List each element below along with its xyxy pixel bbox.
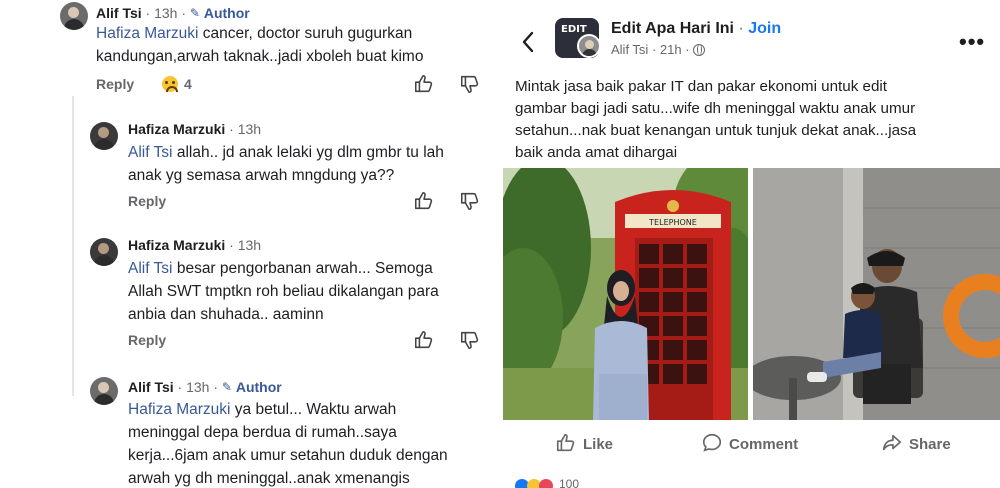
like-button[interactable]: Like	[555, 432, 613, 454]
share-icon	[882, 434, 902, 451]
mention-link[interactable]: Hafiza Marzuki	[96, 25, 199, 42]
post-photo-father-son[interactable]	[753, 168, 1000, 420]
comment-time: 13h	[237, 237, 262, 253]
reply-button[interactable]: Reply	[128, 332, 166, 348]
back-icon[interactable]	[517, 28, 539, 56]
panel-divider	[493, 0, 503, 488]
like-icon	[556, 433, 575, 452]
author-badge: Author	[235, 379, 282, 395]
comment-icon	[702, 433, 722, 452]
comment-hafiza-2: Hafiza Marzuki · 13h Alif Tsi besar peng…	[0, 230, 493, 360]
comment-time: 13h	[154, 5, 178, 21]
sad-reaction-icon	[162, 76, 178, 92]
comment-time: 13h	[186, 379, 210, 395]
like-icon[interactable]	[413, 329, 435, 351]
pen-icon: ✎	[221, 380, 232, 394]
comment-time: 13h	[237, 121, 262, 137]
comment-text: Hafiza Marzuki ya betul... Waktu arwah m…	[128, 401, 448, 487]
reaction-summary[interactable]: 100	[515, 474, 635, 488]
comment-text: Alif Tsi allah.. jd anak lelaki yg dlm g…	[128, 144, 444, 184]
group-header: Edit Apa Hari Ini · Join	[611, 20, 782, 37]
commenter-name[interactable]: Alif Tsi	[96, 5, 142, 21]
like-icon[interactable]	[413, 190, 435, 212]
dislike-icon[interactable]	[459, 329, 481, 351]
globe-icon	[693, 44, 706, 56]
poster-avatar[interactable]	[577, 34, 601, 58]
reaction-icons: 100	[515, 477, 579, 488]
mention-link[interactable]: Alif Tsi	[128, 260, 173, 277]
author-badge: Author	[203, 5, 250, 21]
comment-alif-1: Alif Tsi · 13h · ✎ Author Hafiza Marzuki…	[0, 0, 493, 105]
commenter-name[interactable]: Alif Tsi	[128, 379, 174, 395]
avatar[interactable]	[90, 238, 118, 266]
like-icon[interactable]	[413, 73, 435, 95]
post-time[interactable]: 21h	[660, 42, 682, 57]
commenter-name[interactable]: Hafiza Marzuki	[128, 121, 225, 137]
commenter-name[interactable]: Hafiza Marzuki	[128, 237, 225, 253]
avatar[interactable]	[60, 2, 88, 30]
comment-text: Alif Tsi besar pengorbanan arwah... Semo…	[128, 260, 439, 323]
comment-alif-2: Alif Tsi · 13h · ✎ Author Hafiza Marzuki…	[0, 370, 493, 488]
photo-illustration	[753, 168, 1000, 420]
dislike-icon[interactable]	[459, 73, 481, 95]
reply-button[interactable]: Reply	[128, 193, 166, 209]
reply-button[interactable]: Reply	[96, 76, 134, 92]
post-panel: EDIT Edit Apa Hari Ini · Join Alif Tsi ·…	[503, 0, 1000, 488]
pen-icon: ✎	[189, 6, 200, 20]
photo-illustration: TELEPHONE	[503, 168, 748, 420]
more-icon[interactable]: •••	[959, 31, 985, 53]
poster-name[interactable]: Alif Tsi	[611, 42, 648, 57]
comment-thread-panel: Alif Tsi · 13h · ✎ Author Hafiza Marzuki…	[0, 0, 493, 488]
avatar[interactable]	[90, 122, 118, 150]
mention-link[interactable]: Alif Tsi	[128, 144, 173, 161]
post-action-bar: Like Comment Share	[503, 424, 1000, 460]
group-name[interactable]: Edit Apa Hari Ini	[611, 20, 734, 37]
mention-link[interactable]: Hafiza Marzuki	[128, 401, 231, 418]
dislike-icon[interactable]	[459, 190, 481, 212]
comment-text: Hafiza Marzuki cancer, doctor suruh gugu…	[96, 25, 424, 65]
svg-text:100: 100	[559, 477, 579, 488]
join-button[interactable]: Join	[748, 20, 781, 37]
post-photo-telephone-box[interactable]: TELEPHONE	[503, 168, 748, 420]
comment-hafiza-1: Hafiza Marzuki · 13h Alif Tsi allah.. jd…	[0, 114, 493, 224]
post-meta: Alif Tsi · 21h ·	[611, 42, 706, 57]
svg-text:TELEPHONE: TELEPHONE	[648, 218, 697, 227]
comment-button[interactable]: Comment	[701, 432, 798, 454]
avatar[interactable]	[90, 377, 118, 405]
reaction-count[interactable]: 4	[162, 76, 192, 92]
post-text: Mintak jasa baik pakar IT dan pakar ekon…	[515, 78, 917, 161]
share-button[interactable]: Share	[881, 432, 951, 454]
